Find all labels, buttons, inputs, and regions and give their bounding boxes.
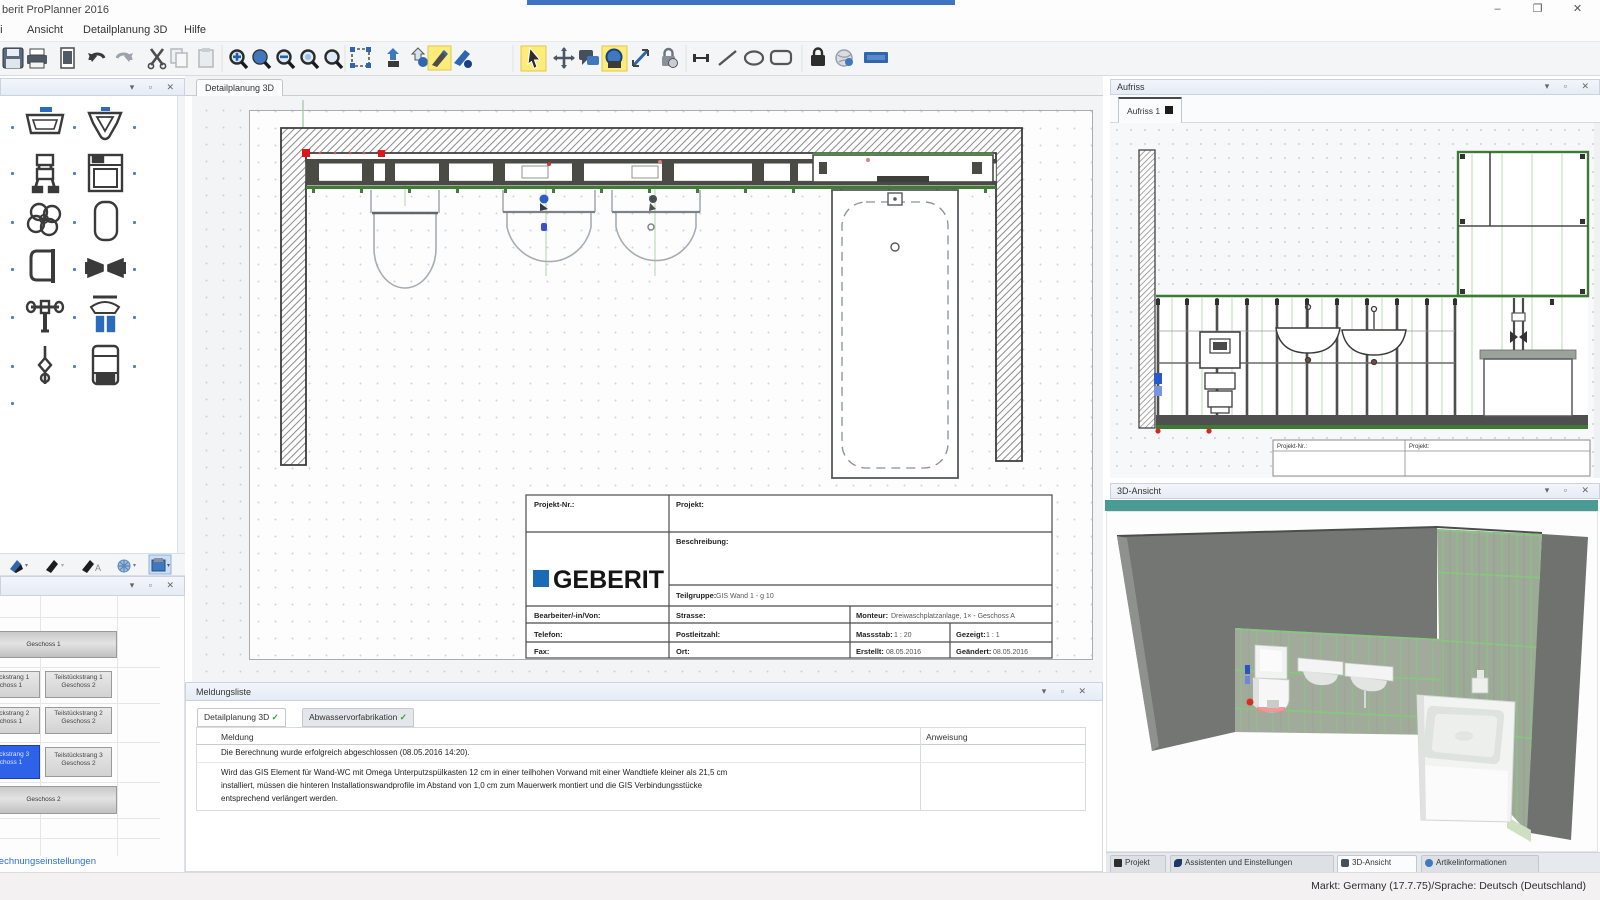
svg-text:Projekt-Nr.:: Projekt-Nr.: (1277, 444, 1307, 450)
svg-text:Gezeigt:: Gezeigt: (956, 630, 986, 639)
svg-text:Projekt-Nr.:: Projekt-Nr.: (534, 500, 574, 509)
svg-text:Beschreibung:: Beschreibung: (676, 537, 729, 546)
svg-text:Postleitzahl:: Postleitzahl: (676, 630, 720, 639)
svg-text:Monteur:: Monteur: (856, 611, 888, 620)
svg-text:Telefon:: Telefon: (534, 630, 563, 639)
svg-text:Erstellt:: Erstellt: (856, 647, 884, 656)
svg-text:Fax:: Fax: (534, 647, 549, 656)
svg-text:08.05.2016: 08.05.2016 (886, 649, 921, 656)
svg-text:A: A (95, 563, 101, 573)
svg-text:Projekt:: Projekt: (676, 500, 704, 509)
svg-text:GEBERIT: GEBERIT (553, 566, 664, 594)
svg-text:1 : 20: 1 : 20 (894, 632, 912, 639)
svg-text:Projekt:: Projekt: (1409, 444, 1430, 450)
svg-text:Teilgruppe:: Teilgruppe: (676, 591, 716, 600)
svg-text:Ort:: Ort: (676, 647, 690, 656)
svg-text:1 : 1: 1 : 1 (986, 632, 1000, 639)
svg-text:Massstab:: Massstab: (856, 630, 893, 639)
svg-text:Dreiwaschplatzanlage, 1× - G: Dreiwaschplatzanlage, 1× - Geschoss A (891, 613, 1015, 620)
svg-text:Bearbeiter/-in/Von:: Bearbeiter/-in/Von: (534, 611, 601, 620)
svg-text:08.05.2016: 08.05.2016 (993, 649, 1028, 656)
svg-text:Strasse:: Strasse: (676, 611, 706, 620)
svg-text:Geändert:: Geändert: (956, 647, 991, 656)
svg-text:GIS Wand 1 - g 10: GIS Wand 1 - g 10 (716, 593, 774, 600)
